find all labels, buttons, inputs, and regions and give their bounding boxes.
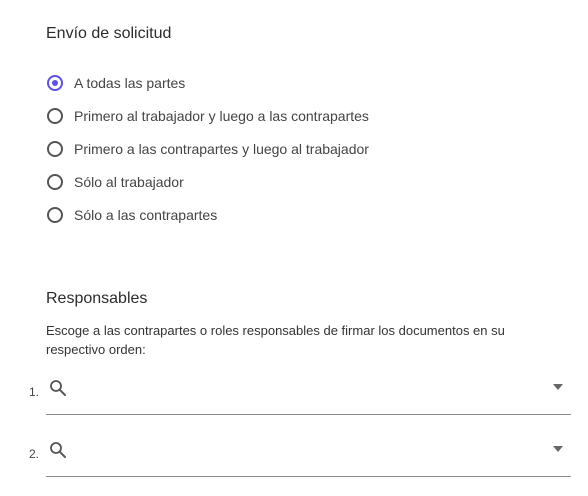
responsable-input-1[interactable] (72, 378, 546, 402)
search-icon (50, 442, 66, 458)
responsables-description: Escoge a las contrapartes o roles respon… (46, 323, 505, 357)
radio-label: Primero a las contrapartes y luego al tr… (74, 140, 369, 157)
input-underline (46, 476, 571, 477)
section-title-envio: Envío de solicitud (46, 25, 172, 42)
section-title-responsables: Responsables (46, 290, 148, 307)
responsable-select-2[interactable]: 2. (0, 430, 588, 478)
radio-label: Primero al trabajador y luego a las cont… (74, 107, 369, 124)
radio-option-solo-trabajador[interactable]: Sólo al trabajador (47, 165, 369, 198)
radio-button[interactable] (47, 107, 63, 124)
responsable-input-2[interactable] (72, 440, 546, 464)
radio-label: Sólo a las contrapartes (74, 206, 218, 223)
radio-label: A todas las partes (74, 74, 186, 91)
radio-option-contrapartes-primero[interactable]: Primero a las contrapartes y luego al tr… (47, 132, 369, 165)
radio-option-trabajador-primero[interactable]: Primero al trabajador y luego a las cont… (47, 99, 369, 132)
radio-button[interactable] (47, 74, 63, 91)
chevron-down-icon[interactable] (553, 446, 563, 452)
radio-button[interactable] (47, 206, 63, 223)
input-underline (46, 414, 571, 415)
radio-button[interactable] (47, 173, 63, 190)
search-icon (50, 380, 66, 396)
radio-group-envio: A todas las partes Primero al trabajador… (47, 66, 369, 231)
row-number: 1. (29, 385, 40, 399)
radio-button[interactable] (47, 140, 63, 157)
responsable-select-1[interactable]: 1. (0, 368, 588, 416)
radio-label: Sólo al trabajador (74, 173, 184, 190)
radio-option-solo-contrapartes[interactable]: Sólo a las contrapartes (47, 198, 369, 231)
chevron-down-icon[interactable] (553, 384, 563, 390)
radio-option-todas[interactable]: A todas las partes (47, 66, 369, 99)
row-number: 2. (29, 447, 40, 461)
